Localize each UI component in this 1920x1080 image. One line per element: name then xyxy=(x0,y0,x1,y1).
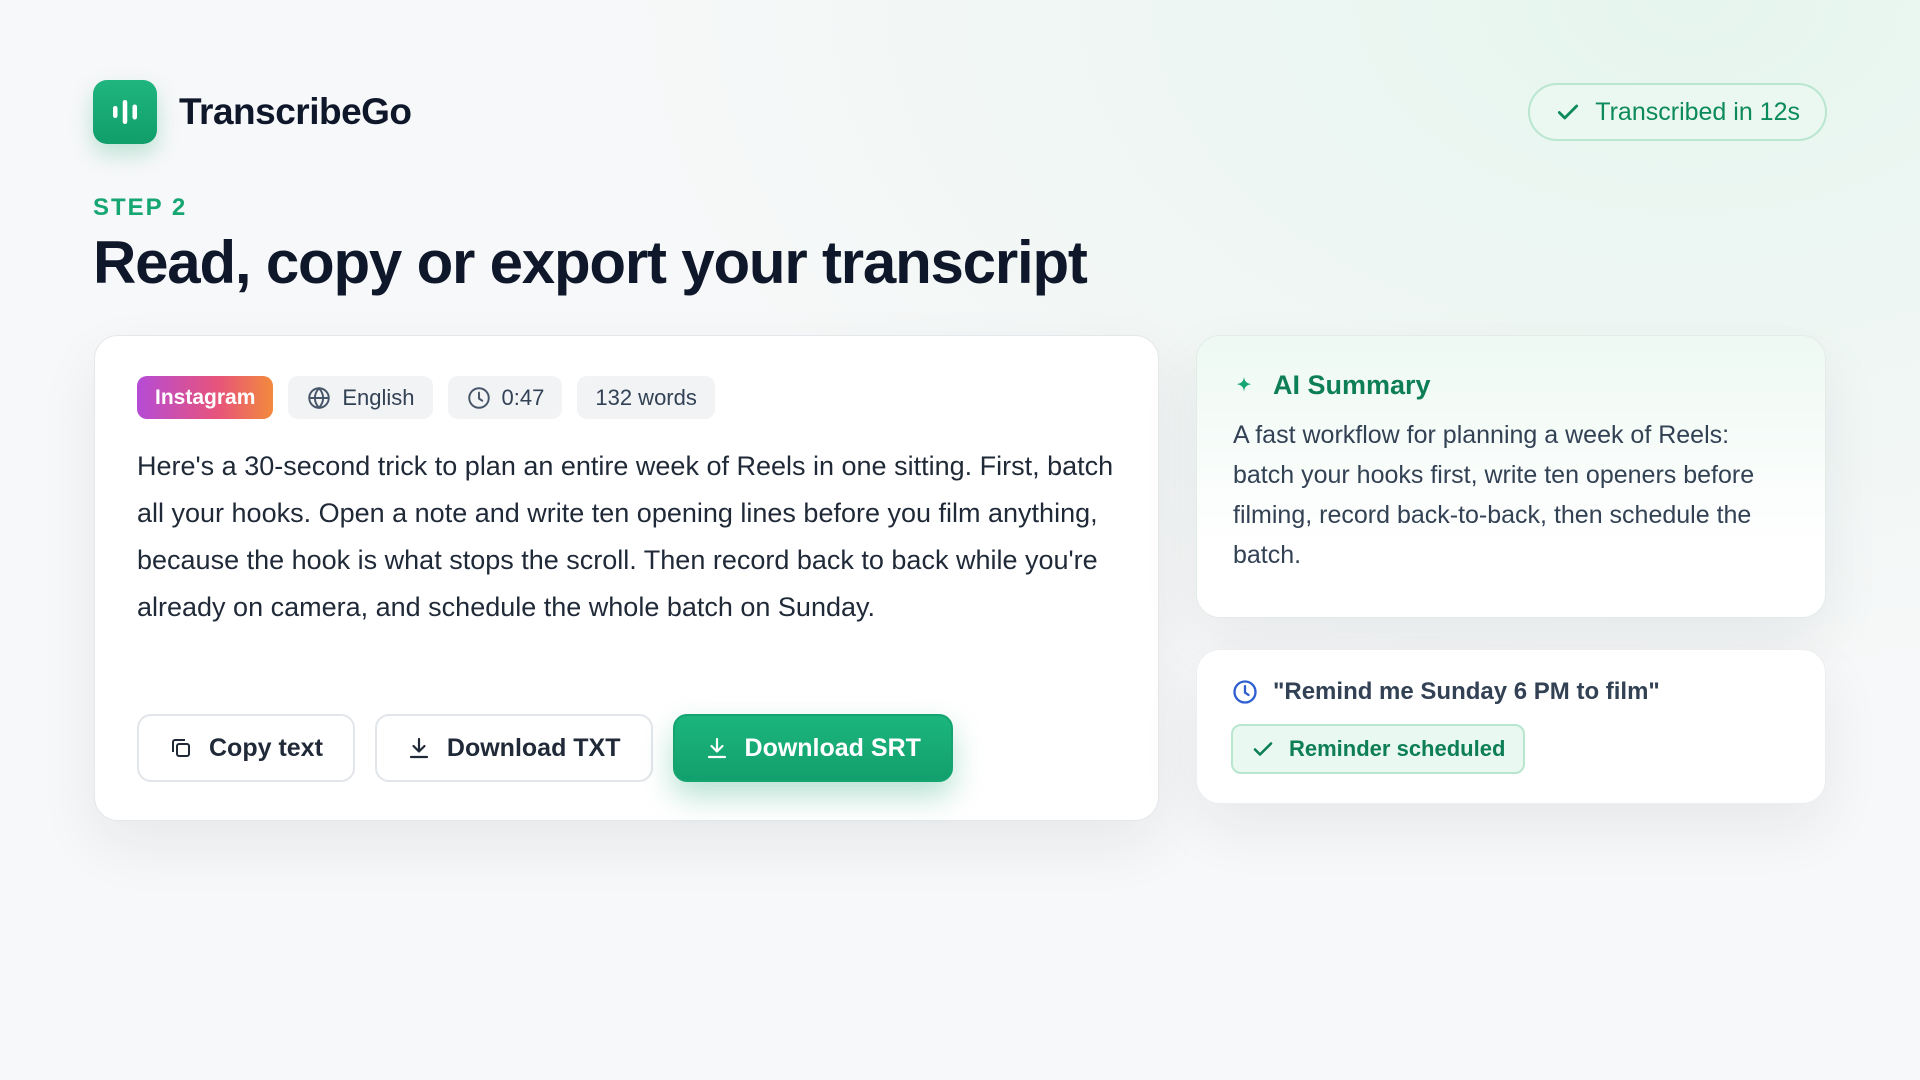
transcript-card: Instagram English 0:47 132 words Here's … xyxy=(94,335,1159,821)
ai-summary-title: AI Summary xyxy=(1273,370,1431,400)
ai-summary-header: AI Summary xyxy=(1233,370,1789,401)
app-header: TranscribeGo Transcribed in 12s xyxy=(93,80,1827,144)
check-icon xyxy=(1558,104,1579,120)
transcript-actions: Copy text Download TXT Download SRT xyxy=(137,714,953,782)
download-icon xyxy=(409,737,429,759)
reminder-card: "Remind me Sunday 6 PM to film" Reminder… xyxy=(1196,649,1826,804)
status-label: Transcribed in 12s xyxy=(1595,97,1800,126)
audio-wave-icon xyxy=(93,80,157,144)
check-icon xyxy=(1253,742,1273,756)
duration-chip: 0:47 xyxy=(447,376,563,419)
reminder-request: "Remind me Sunday 6 PM to film" xyxy=(1231,678,1791,706)
globe-icon xyxy=(308,386,331,409)
download-txt-label: Download TXT xyxy=(446,733,621,762)
page-title: Read, copy or export your transcript xyxy=(93,229,1088,296)
word-count-chip: 132 words xyxy=(577,376,715,419)
transcript-meta: Instagram English 0:47 132 words xyxy=(137,376,1116,419)
reminder-status-label: Reminder scheduled xyxy=(1289,736,1506,761)
platform-label: Instagram xyxy=(155,385,256,409)
reminder-request-text: "Remind me Sunday 6 PM to film" xyxy=(1273,678,1660,705)
copy-text-button[interactable]: Copy text xyxy=(137,714,355,782)
copy-icon xyxy=(172,739,190,757)
language-chip: English xyxy=(288,376,433,419)
ai-summary-card: AI Summary A fast workflow for planning … xyxy=(1196,335,1826,618)
word-count-label: 132 words xyxy=(595,384,697,410)
duration-label: 0:47 xyxy=(501,384,545,410)
sparkle-icon xyxy=(1236,376,1252,391)
language-label: English xyxy=(342,384,415,410)
transcript-text[interactable]: Here's a 30-second trick to plan an enti… xyxy=(137,443,1122,631)
clock-icon xyxy=(1233,680,1257,704)
download-srt-label: Download SRT xyxy=(744,733,921,762)
platform-badge: Instagram xyxy=(137,376,274,419)
download-txt-button[interactable]: Download TXT xyxy=(374,714,653,782)
clock-icon xyxy=(467,386,490,409)
download-srt-button[interactable]: Download SRT xyxy=(672,714,953,782)
download-icon xyxy=(707,737,726,759)
copy-text-label: Copy text xyxy=(209,733,323,762)
reminder-status-badge: Reminder scheduled xyxy=(1231,724,1526,774)
ai-summary-text: A fast workflow for planning a week of R… xyxy=(1233,421,1755,569)
brand[interactable]: TranscribeGo xyxy=(93,80,412,144)
app-name: TranscribeGo xyxy=(179,91,412,132)
step-label: STEP 2 xyxy=(93,194,188,221)
transcription-status-badge: Transcribed in 12s xyxy=(1528,83,1827,141)
